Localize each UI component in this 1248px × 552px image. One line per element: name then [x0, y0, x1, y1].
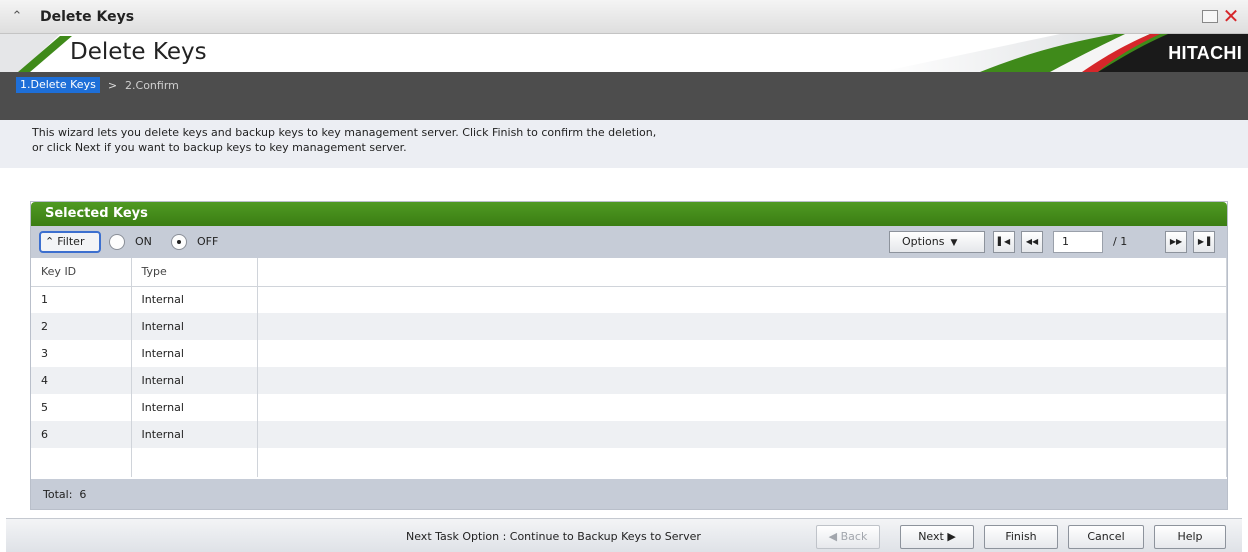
total-value: 6	[79, 488, 87, 501]
cell-type: Internal	[131, 340, 258, 367]
table-row[interactable]: 5 Internal	[31, 394, 1227, 421]
cell-type: Internal	[131, 367, 258, 394]
filter-on-radio[interactable]	[109, 234, 125, 250]
back-button[interactable]: ◀ Back	[816, 525, 880, 549]
cell-key-id: 2	[31, 313, 132, 340]
help-button[interactable]: Help	[1154, 525, 1226, 549]
cell-key-id: 1	[31, 286, 132, 313]
cell-key-id: 4	[31, 367, 132, 394]
column-header-type[interactable]: Type	[131, 258, 258, 287]
table-row[interactable]: 4 Internal	[31, 367, 1227, 394]
next-arrow-icon: ▶	[947, 530, 956, 543]
next-task-option: Next Task Option : Continue to Backup Ke…	[406, 530, 701, 543]
description-line-1: This wizard lets you delete keys and bac…	[32, 126, 657, 139]
total-count: Total: 6	[43, 488, 86, 501]
table-row[interactable]: 1 Internal	[31, 286, 1227, 313]
keys-table: Key ID Type 1 Internal 2 Internal 3 Inte…	[31, 258, 1227, 477]
options-label: Options	[902, 235, 945, 248]
table-row[interactable]: 2 Internal	[31, 313, 1227, 340]
cell-filler	[257, 367, 1227, 394]
cell-filler	[257, 313, 1227, 340]
next-page-button[interactable]: ▶▶	[1165, 231, 1187, 253]
table-row[interactable]: 6 Internal	[31, 421, 1227, 448]
cell-key-id: 5	[31, 394, 132, 421]
cell-type: Internal	[131, 421, 258, 448]
cell-key-id: 3	[31, 340, 132, 367]
description-text: This wizard lets you delete keys and bac…	[32, 125, 1212, 155]
last-page-button[interactable]: ▶▐	[1193, 231, 1215, 253]
cell-filler	[257, 286, 1227, 313]
filter-on-label: ON	[135, 235, 152, 248]
selected-keys-panel: Selected Keys ⌃ Filter ON OFF Options ▼ ▌◀…	[30, 201, 1228, 510]
page-number-input[interactable]: 1	[1053, 231, 1103, 253]
wizard-button-bar: Next Task Option : Continue to Backup Ke…	[6, 518, 1242, 552]
wizard-step-band: 1.Delete Keys > 2.Confirm	[0, 72, 1248, 120]
page-total: / 1	[1113, 235, 1128, 248]
cell-empty	[31, 448, 132, 477]
cell-type: Internal	[131, 394, 258, 421]
panel-header: Selected Keys	[31, 202, 1227, 226]
cell-key-id: 6	[31, 421, 132, 448]
column-header-filler	[257, 258, 1227, 287]
maximize-icon[interactable]	[1202, 10, 1218, 23]
previous-page-button[interactable]: ◀◀	[1021, 231, 1043, 253]
table-header-row: Key ID Type	[31, 258, 1227, 287]
back-arrow-icon: ◀	[828, 530, 838, 543]
wizard-description: This wizard lets you delete keys and bac…	[0, 120, 1248, 168]
caret-down-icon: ▼	[950, 238, 958, 248]
window-title: Delete Keys	[40, 9, 135, 25]
description-line-2: or click Next if you want to backup keys…	[32, 141, 407, 154]
cancel-button[interactable]: Cancel	[1068, 525, 1144, 549]
double-chevron-up-icon[interactable]: ⌃	[10, 9, 24, 25]
finish-button[interactable]: Finish	[984, 525, 1058, 549]
step-delete-keys: 1.Delete Keys	[16, 77, 100, 93]
breadcrumb: 1.Delete Keys > 2.Confirm	[16, 77, 179, 93]
page-heading: Delete Keys	[70, 39, 207, 65]
table-footer: Total: 6	[31, 479, 1227, 509]
back-label: Back	[840, 530, 868, 543]
panel-title: Selected Keys	[45, 206, 148, 221]
table-toolbar: ⌃ Filter ON OFF Options ▼ ▌◀ ◀◀ 1 / 1 ▶▶ ▶…	[31, 226, 1227, 258]
next-button[interactable]: Next ▶	[900, 525, 974, 549]
table-row[interactable]: 3 Internal	[31, 340, 1227, 367]
filter-label: Filter	[57, 235, 85, 248]
table-row-empty	[31, 448, 1227, 477]
cell-empty	[131, 448, 258, 477]
step-separator: >	[107, 78, 118, 92]
options-dropdown[interactable]: Options ▼	[889, 231, 985, 253]
cell-type: Internal	[131, 313, 258, 340]
filter-button[interactable]: ⌃ Filter	[39, 231, 101, 253]
close-icon[interactable]: ✕	[1222, 4, 1240, 28]
double-chevron-up-icon: ⌃	[45, 235, 55, 248]
filter-off-radio[interactable]	[171, 234, 187, 250]
cell-filler	[257, 394, 1227, 421]
cell-filler	[257, 421, 1227, 448]
cell-type: Internal	[131, 286, 258, 313]
column-header-key-id[interactable]: Key ID	[31, 258, 132, 287]
next-label: Next	[918, 530, 944, 543]
cell-empty	[257, 448, 1227, 477]
filter-off-label: OFF	[197, 235, 219, 248]
total-label: Total:	[43, 488, 73, 501]
step-confirm: 2.Confirm	[125, 78, 179, 92]
hitachi-logo: HITACHI	[1168, 43, 1242, 63]
cell-filler	[257, 340, 1227, 367]
window-title-bar: ⌃ Delete Keys ✕	[0, 0, 1248, 34]
first-page-button[interactable]: ▌◀	[993, 231, 1015, 253]
banner: Delete Keys HITACHI	[0, 34, 1248, 72]
